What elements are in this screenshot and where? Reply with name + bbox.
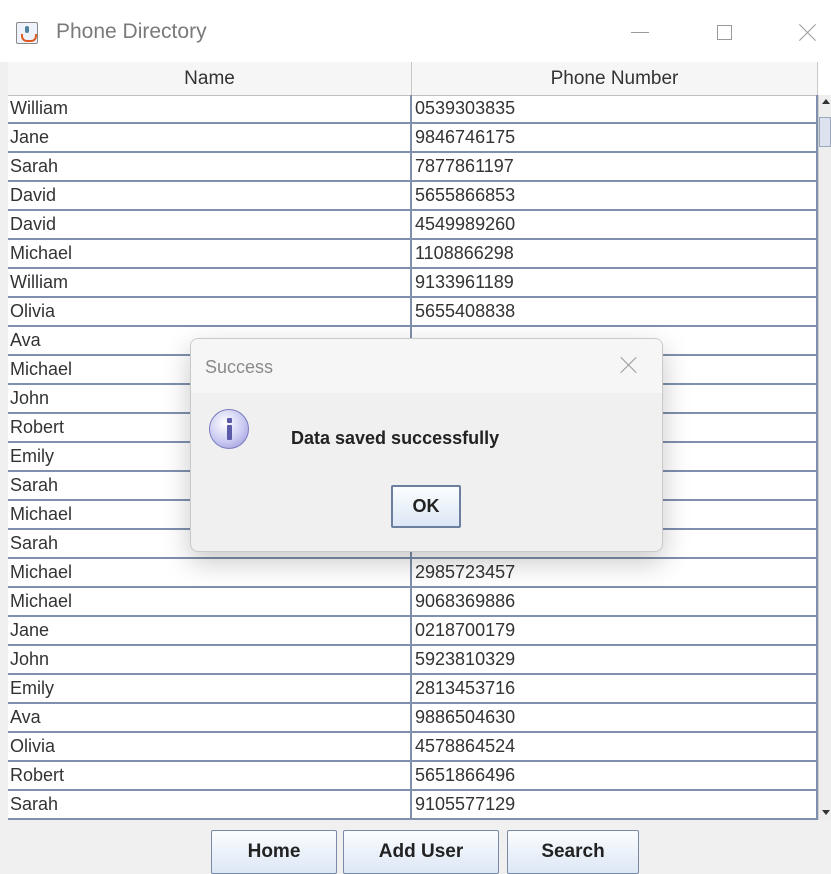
minimize-icon	[631, 31, 649, 33]
table-row[interactable]: Michael 2985723457	[8, 559, 818, 588]
name-cell[interactable]: Emily	[8, 675, 412, 702]
table-row[interactable]: John 5923810329	[8, 646, 818, 675]
dialog-message: Data saved successfully	[291, 428, 500, 448]
success-dialog: Success Data saved successfully OK	[190, 338, 663, 552]
ok-button[interactable]: OK	[391, 485, 461, 528]
scroll-down-icon[interactable]	[819, 806, 831, 820]
scroll-up-icon[interactable]	[819, 95, 831, 109]
phone-cell[interactable]: 1108866298	[412, 240, 818, 267]
name-cell[interactable]: Sarah	[8, 791, 412, 818]
column-header-name[interactable]: Name	[8, 62, 412, 95]
scroll-thumb[interactable]	[819, 117, 831, 147]
phone-cell[interactable]: 7877861197	[412, 153, 818, 180]
table-row[interactable]: Ava 9886504630	[8, 704, 818, 733]
name-cell[interactable]: Olivia	[8, 733, 412, 760]
info-icon	[209, 409, 249, 449]
table-row[interactable]: Emily 2813453716	[8, 675, 818, 704]
phone-cell[interactable]: 9068369886	[412, 588, 818, 615]
phone-cell[interactable]: 9133961189	[412, 269, 818, 296]
name-cell[interactable]: Robert	[8, 762, 412, 789]
table-row[interactable]: David 5655866853	[8, 182, 818, 211]
phone-cell[interactable]: 5655408838	[412, 298, 818, 325]
name-cell[interactable]: Olivia	[8, 298, 412, 325]
column-header-phone[interactable]: Phone Number	[412, 62, 818, 95]
search-button[interactable]: Search	[507, 830, 639, 874]
home-button[interactable]: Home	[211, 830, 337, 874]
table-row[interactable]: Jane 9846746175	[8, 124, 818, 153]
name-cell[interactable]: Jane	[8, 617, 412, 644]
button-bar: Home Add User Search	[0, 820, 831, 874]
dialog-close-icon[interactable]	[619, 355, 639, 375]
name-cell[interactable]: William	[8, 269, 412, 296]
name-cell[interactable]: Michael	[8, 588, 412, 615]
phone-cell[interactable]: 5923810329	[412, 646, 818, 673]
phone-cell[interactable]: 0218700179	[412, 617, 818, 644]
maximize-icon	[716, 24, 732, 40]
table-row[interactable]: Jane 0218700179	[8, 617, 818, 646]
phone-cell[interactable]: 9846746175	[412, 124, 818, 151]
minimize-button[interactable]	[620, 14, 660, 50]
phone-cell[interactable]: 4549989260	[412, 211, 818, 238]
name-cell[interactable]: Jane	[8, 124, 412, 151]
name-cell[interactable]: David	[8, 211, 412, 238]
name-cell[interactable]: Ava	[8, 704, 412, 731]
table-row[interactable]: Michael 1108866298	[8, 240, 818, 269]
table-row[interactable]: William 0539303835	[8, 95, 818, 124]
table-row[interactable]: Olivia 5655408838	[8, 298, 818, 327]
phone-cell[interactable]: 5655866853	[412, 182, 818, 209]
name-cell[interactable]: William	[8, 95, 412, 122]
dialog-title: Success	[205, 357, 274, 377]
close-icon	[799, 23, 817, 41]
phone-cell[interactable]: 4578864524	[412, 733, 818, 760]
table-row[interactable]: David 4549989260	[8, 211, 818, 240]
name-cell[interactable]: Michael	[8, 240, 412, 267]
close-button[interactable]	[788, 14, 828, 50]
vertical-scrollbar[interactable]	[818, 95, 831, 820]
table-row[interactable]: Michael 9068369886	[8, 588, 818, 617]
table-row[interactable]: Sarah 7877861197	[8, 153, 818, 182]
window-title: Phone Directory	[56, 20, 207, 43]
phone-cell[interactable]: 2813453716	[412, 675, 818, 702]
maximize-button[interactable]	[704, 14, 744, 50]
name-cell[interactable]: John	[8, 646, 412, 673]
table-row[interactable]: Sarah 9105577129	[8, 791, 818, 820]
phone-cell[interactable]: 9105577129	[412, 791, 818, 818]
table-row[interactable]: Olivia 4578864524	[8, 733, 818, 762]
name-cell[interactable]: David	[8, 182, 412, 209]
phone-cell[interactable]: 2985723457	[412, 559, 818, 586]
name-cell[interactable]: Michael	[8, 559, 412, 586]
name-cell[interactable]: Sarah	[8, 153, 412, 180]
title-bar: Phone Directory	[0, 0, 831, 62]
table-row[interactable]: Robert 5651866496	[8, 762, 818, 791]
table-header: Name Phone Number	[8, 62, 818, 96]
dialog-title-bar: Success	[191, 339, 662, 393]
add-user-button[interactable]: Add User	[343, 830, 499, 874]
phone-cell[interactable]: 9886504630	[412, 704, 818, 731]
java-cup-icon	[16, 22, 38, 44]
table-row[interactable]: William 9133961189	[8, 269, 818, 298]
phone-cell[interactable]: 5651866496	[412, 762, 818, 789]
phone-cell[interactable]: 0539303835	[412, 95, 818, 122]
